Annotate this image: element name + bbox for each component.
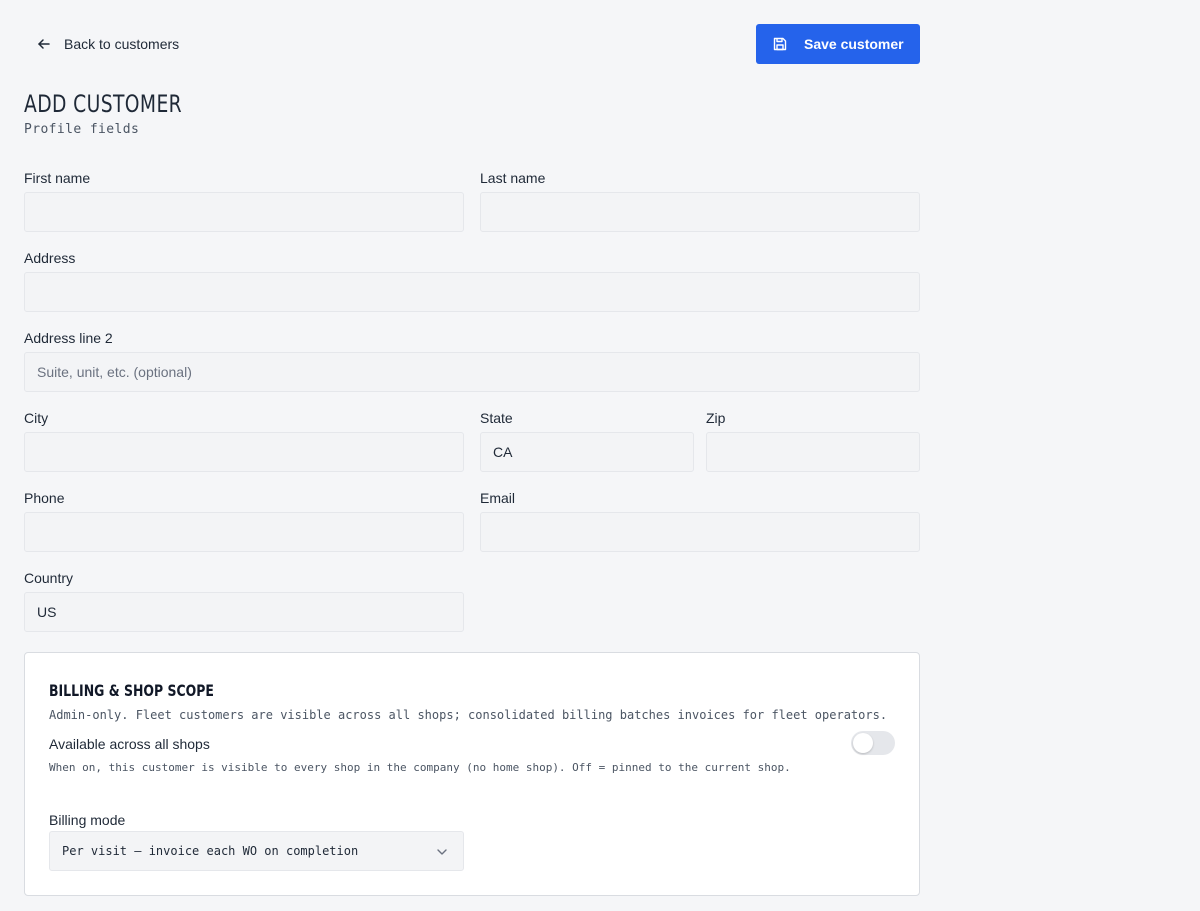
zip-input[interactable] [706, 432, 920, 472]
state-field-group: State [480, 410, 694, 472]
country-field-group: Country [24, 570, 464, 632]
city-field-group: City [24, 410, 464, 472]
all-shops-toggle-label: Available across all shops [49, 736, 210, 752]
email-input[interactable] [480, 512, 920, 552]
state-input[interactable] [480, 432, 694, 472]
billing-mode-label: Billing mode [49, 812, 126, 828]
address-line-2-input[interactable] [24, 352, 920, 392]
billing-card-description: Admin-only. Fleet customers are visible … [49, 708, 888, 722]
country-label: Country [24, 570, 74, 586]
floppy-disk-icon [772, 36, 788, 52]
last-name-field-group: Last name [480, 170, 920, 232]
all-shops-toggle-help: When on, this customer is visible to eve… [49, 761, 791, 774]
address-input[interactable] [24, 272, 920, 312]
address-field-group: Address [24, 250, 920, 312]
address-label: Address [24, 250, 76, 266]
back-link-label: Back to customers [64, 36, 180, 52]
city-label: City [24, 410, 49, 426]
billing-card-title: BILLING & SHOP SCOPE [49, 681, 214, 700]
billing-mode-select[interactable]: Per visit — invoice each WO on completio… [49, 831, 464, 871]
back-to-customers-link[interactable]: Back to customers [24, 24, 191, 64]
top-bar: Back to customers Save customer [24, 24, 920, 64]
first-name-field-group: First name [24, 170, 464, 232]
last-name-label: Last name [480, 170, 546, 186]
zip-field-group: Zip [706, 410, 920, 472]
state-label: State [480, 410, 513, 426]
zip-label: Zip [706, 410, 726, 426]
all-shops-toggle[interactable] [851, 731, 895, 755]
toggle-knob [853, 733, 873, 753]
first-name-input[interactable] [24, 192, 464, 232]
phone-field-group: Phone [24, 490, 464, 552]
save-button-label: Save customer [804, 36, 904, 52]
chevron-down-icon [435, 845, 449, 859]
phone-label: Phone [24, 490, 65, 506]
save-customer-button[interactable]: Save customer [756, 24, 920, 64]
billing-shop-scope-card: BILLING & SHOP SCOPE Admin-only. Fleet c… [24, 652, 920, 896]
billing-mode-value: Per visit — invoice each WO on completio… [62, 844, 359, 858]
first-name-label: First name [24, 170, 91, 186]
phone-input[interactable] [24, 512, 464, 552]
page-title: ADD CUSTOMER [24, 90, 183, 118]
last-name-input[interactable] [480, 192, 920, 232]
arrow-left-icon [36, 36, 52, 52]
address-line-2-label: Address line 2 [24, 330, 113, 346]
country-input[interactable] [24, 592, 464, 632]
page-subtitle: Profile fields [24, 122, 140, 137]
add-customer-page: Back to customers Save customer ADD CUST… [0, 0, 1200, 911]
address-line-2-field-group: Address line 2 [24, 330, 920, 392]
email-field-group: Email [480, 490, 920, 552]
city-input[interactable] [24, 432, 464, 472]
email-label: Email [480, 490, 516, 506]
